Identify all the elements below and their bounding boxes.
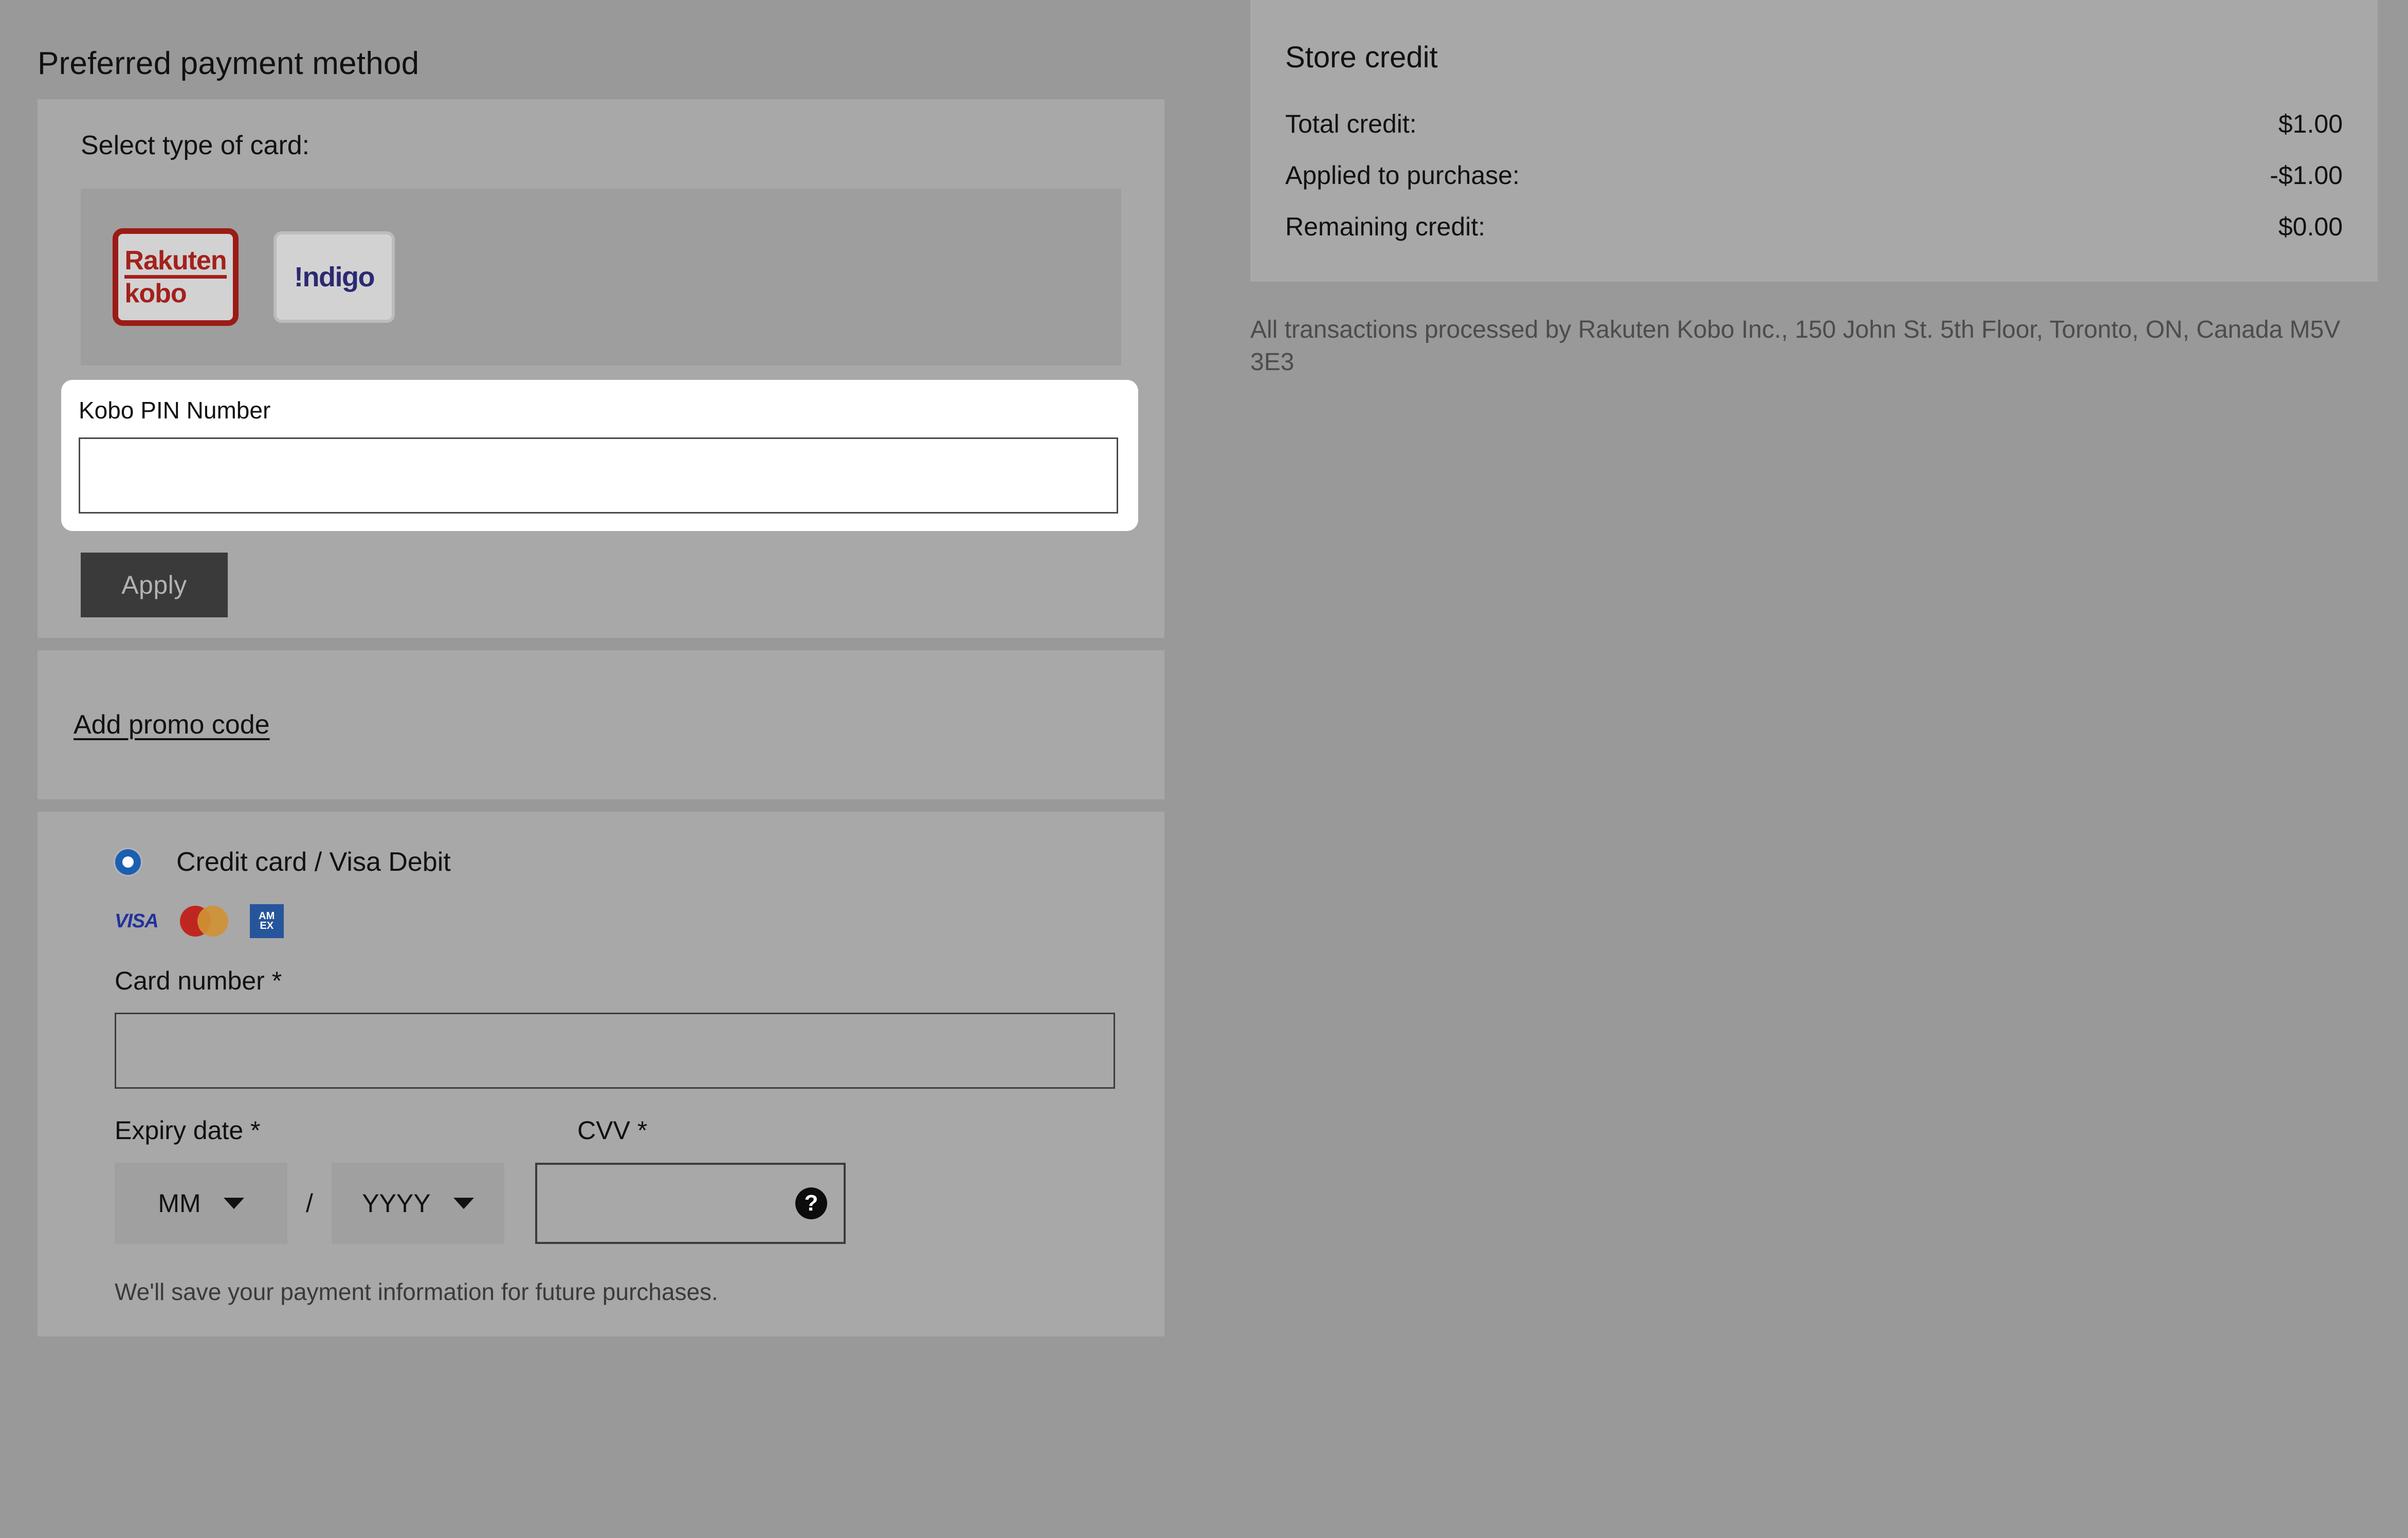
payment-method-column: Preferred payment method Select type of … xyxy=(38,0,1164,1337)
expiry-year-value: YYYY xyxy=(362,1189,431,1218)
credit-card-radio-row[interactable]: Credit card / Visa Debit xyxy=(38,812,1164,877)
store-credit-row: Total credit: $1.00 xyxy=(1285,109,2343,160)
store-credit-row: Remaining credit: $0.00 xyxy=(1285,212,2343,242)
store-credit-row: Applied to purchase: -$1.00 xyxy=(1285,160,2343,212)
chevron-down-icon xyxy=(223,1198,244,1210)
mastercard-icon xyxy=(179,906,228,937)
select-card-type-label: Select type of card: xyxy=(81,131,310,161)
mastercard-circle-orange xyxy=(197,906,228,937)
cvv-label: CVV * xyxy=(577,1116,648,1145)
page-title: Preferred payment method xyxy=(38,46,419,81)
store-credit-row-value: $1.00 xyxy=(2278,109,2343,138)
store-credit-row-value: $0.00 xyxy=(2278,212,2343,241)
card-type-panel: Select type of card: Rakuten kobo !ndigo… xyxy=(38,99,1164,638)
help-question-icon[interactable]: ? xyxy=(795,1187,827,1220)
amex-icon: AM EX xyxy=(249,904,284,939)
transactions-disclaimer: All transactions processed by Rakuten Ko… xyxy=(1250,316,2341,376)
expiry-year-select[interactable]: YYYY xyxy=(331,1163,504,1244)
promo-code-panel: Add promo code xyxy=(38,650,1164,800)
rakuten-kobo-logo-line1: Rakuten xyxy=(124,247,227,279)
credit-card-radio[interactable] xyxy=(114,848,142,877)
credit-card-radio-label: Credit card / Visa Debit xyxy=(176,847,451,877)
kobo-pin-input[interactable] xyxy=(79,437,1118,514)
kobo-pin-focus-container: Kobo PIN Number xyxy=(61,380,1138,532)
radio-selected-dot xyxy=(122,856,134,868)
store-credit-row-label: Applied to purchase: xyxy=(1285,160,1520,190)
expiry-date-label: Expiry date * xyxy=(115,1116,261,1145)
amex-icon-line2: EX xyxy=(260,920,274,932)
store-credit-row-label: Total credit: xyxy=(1285,109,1417,138)
card-brand-logo-strip: Rakuten kobo !ndigo xyxy=(81,189,1121,366)
order-summary-column: Store credit Total credit: $1.00 Applied… xyxy=(1250,0,2378,379)
store-credit-panel: Store credit Total credit: $1.00 Applied… xyxy=(1250,0,2378,282)
card-number-input[interactable] xyxy=(115,1013,1115,1089)
indigo-logo: !ndigo xyxy=(294,262,375,293)
card-type-option-indigo[interactable]: !ndigo xyxy=(273,231,395,323)
card-number-label: Card number * xyxy=(115,966,282,996)
store-credit-rows: Total credit: $1.00 Applied to purchase:… xyxy=(1250,74,2378,242)
expiry-separator: / xyxy=(306,1189,313,1218)
apply-button[interactable]: Apply xyxy=(81,553,228,618)
save-payment-info-note: We'll save your payment information for … xyxy=(115,1278,718,1306)
store-credit-row-value: -$1.00 xyxy=(2270,160,2343,190)
expiry-month-value: MM xyxy=(158,1189,201,1218)
accepted-card-brands: VISA AM EX xyxy=(38,877,1164,939)
cvv-field-wrapper: ? xyxy=(535,1163,846,1244)
expiry-cvv-input-row: MM / YYYY ? xyxy=(38,1145,1164,1244)
rakuten-kobo-logo: Rakuten kobo xyxy=(124,247,227,308)
store-credit-row-label: Remaining credit: xyxy=(1285,212,1486,241)
expiry-month-select[interactable]: MM xyxy=(115,1163,287,1244)
visa-icon: VISA xyxy=(115,910,159,932)
kobo-pin-label: Kobo PIN Number xyxy=(79,397,271,424)
checkout-payment-page: Preferred payment method Select type of … xyxy=(0,0,2408,1538)
credit-card-panel: Credit card / Visa Debit VISA AM EX Card… xyxy=(38,812,1164,1337)
store-credit-title: Store credit xyxy=(1285,41,1438,74)
expiry-cvv-label-row: Expiry date * CVV * xyxy=(38,1089,1164,1145)
card-type-option-rakuten-kobo[interactable]: Rakuten kobo xyxy=(113,228,239,326)
add-promo-code-link[interactable]: Add promo code xyxy=(74,709,270,740)
rakuten-kobo-logo-line2: kobo xyxy=(124,278,187,308)
chevron-down-icon xyxy=(453,1198,474,1210)
